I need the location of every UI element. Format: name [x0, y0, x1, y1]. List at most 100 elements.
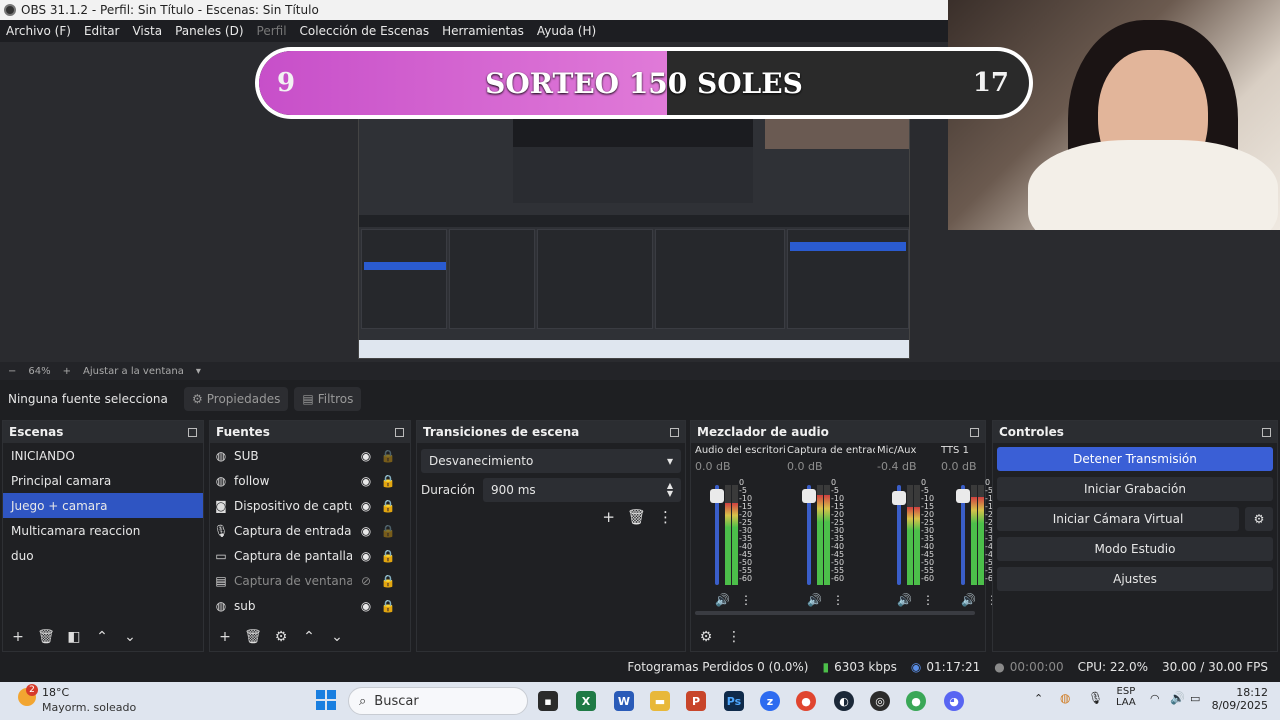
- add-scene-button[interactable]: +: [9, 629, 27, 645]
- chrome-profile-icon[interactable]: ●: [906, 691, 926, 711]
- lock-icon[interactable]: 🔒: [380, 549, 396, 563]
- menu-item[interactable]: Colección de Escenas: [300, 24, 430, 38]
- eye-off-icon[interactable]: ⊘: [358, 574, 374, 588]
- menu-item[interactable]: Editar: [84, 24, 120, 38]
- mixer-scrollbar[interactable]: [695, 611, 975, 615]
- source-item[interactable]: ◍ sub ◉ 🔒: [210, 593, 410, 618]
- zoom-in-button[interactable]: +: [63, 366, 71, 377]
- chrome-icon[interactable]: ●: [796, 691, 816, 711]
- eye-icon[interactable]: ◉: [358, 474, 374, 488]
- menu-item[interactable]: Herramientas: [442, 24, 524, 38]
- more-options-icon[interactable]: ⋮: [725, 629, 743, 645]
- gear-icon[interactable]: ⚙: [1245, 507, 1273, 531]
- fit-to-window-button[interactable]: Ajustar a la ventana: [83, 366, 184, 377]
- discord-icon[interactable]: ◕: [944, 691, 964, 711]
- lock-icon[interactable]: 🔒: [380, 474, 396, 488]
- clock[interactable]: 18:12 8/09/2025: [1212, 686, 1268, 712]
- scene-item[interactable]: INICIANDO: [3, 443, 203, 468]
- lock-icon[interactable]: 🔒: [380, 499, 396, 513]
- mic-icon[interactable]: 🎙: [1088, 691, 1103, 705]
- undock-icon[interactable]: [1262, 427, 1271, 437]
- scene-item[interactable]: Juego + camara: [3, 493, 203, 518]
- battery-icon[interactable]: ▭: [1190, 692, 1200, 705]
- more-options-icon[interactable]: ⋮: [658, 508, 673, 526]
- steam-icon[interactable]: ◐: [834, 691, 854, 711]
- more-options-icon[interactable]: ⋮: [922, 593, 934, 607]
- taskbar-search[interactable]: ⌕ Buscar: [348, 687, 528, 715]
- move-down-icon[interactable]: ⌄: [121, 629, 139, 645]
- trash-icon[interactable]: 🗑: [627, 508, 646, 526]
- excel-icon[interactable]: X: [576, 691, 596, 711]
- eye-icon[interactable]: ◉: [358, 524, 374, 538]
- scene-filters-icon[interactable]: ◧: [65, 629, 83, 645]
- trash-icon[interactable]: 🗑: [37, 629, 55, 645]
- move-up-icon[interactable]: ⌃: [300, 629, 318, 645]
- photoshop-icon[interactable]: Ps: [724, 691, 744, 711]
- source-item[interactable]: ▤ Captura de ventana ⊘ 🔒: [210, 568, 410, 593]
- eye-icon[interactable]: ◉: [358, 599, 374, 613]
- volume-icon[interactable]: 🔊: [1170, 691, 1185, 705]
- speaker-icon[interactable]: 🔊: [807, 593, 822, 607]
- scene-item[interactable]: duo: [3, 543, 203, 568]
- menu-item[interactable]: Archivo (F): [6, 24, 71, 38]
- move-up-icon[interactable]: ⌃: [93, 629, 111, 645]
- add-transition-button[interactable]: +: [602, 508, 615, 526]
- more-options-icon[interactable]: ⋮: [740, 593, 752, 607]
- eye-icon[interactable]: ◉: [358, 499, 374, 513]
- source-item[interactable]: ▭ Captura de pantalla ◉ 🔒: [210, 543, 410, 568]
- windows-start-icon[interactable]: [316, 690, 336, 710]
- volume-slider-handle[interactable]: [710, 489, 724, 503]
- properties-button[interactable]: ⚙ Propiedades: [184, 387, 289, 411]
- trash-icon[interactable]: 🗑: [244, 629, 262, 645]
- lock-icon[interactable]: 🔒: [380, 599, 396, 613]
- weather-desc[interactable]: Mayorm. soleado: [42, 701, 136, 714]
- studio-mode-button[interactable]: Modo Estudio: [997, 537, 1273, 561]
- unlock-icon[interactable]: 🔒: [380, 524, 396, 538]
- eye-icon[interactable]: ◉: [358, 449, 374, 463]
- source-item[interactable]: ◍ SUB ◉ 🔒: [210, 443, 410, 468]
- duration-field[interactable]: 900 ms ▲ ▼: [483, 478, 681, 502]
- menu-item[interactable]: Paneles (D): [175, 24, 243, 38]
- settings-button[interactable]: Ajustes: [997, 567, 1273, 591]
- language-indicator[interactable]: ESP LAA: [1116, 686, 1136, 708]
- zoom-out-button[interactable]: −: [8, 366, 16, 377]
- eye-icon[interactable]: ◉: [358, 549, 374, 563]
- menu-item[interactable]: Vista: [132, 24, 162, 38]
- undock-icon[interactable]: [670, 427, 679, 437]
- speaker-icon[interactable]: 🔊: [961, 593, 976, 607]
- filters-button[interactable]: ▤ Filtros: [294, 387, 362, 411]
- chevron-up-icon[interactable]: ⌃: [1034, 692, 1043, 705]
- zoom-icon[interactable]: z: [760, 691, 780, 711]
- obs-icon[interactable]: ◎: [870, 691, 890, 711]
- start-virtual-camera-button[interactable]: Iniciar Cámara Virtual: [997, 507, 1239, 531]
- scene-item[interactable]: Principal camara: [3, 468, 203, 493]
- menu-item[interactable]: Ayuda (H): [537, 24, 596, 38]
- more-options-icon[interactable]: ⋮: [832, 593, 844, 607]
- start-recording-button[interactable]: Iniciar Grabación: [997, 477, 1273, 501]
- volume-slider-handle[interactable]: [802, 489, 816, 503]
- chevron-down-icon[interactable]: ▾: [196, 366, 201, 377]
- speaker-icon[interactable]: 🔊: [715, 593, 730, 607]
- gear-icon[interactable]: ⚙: [272, 629, 290, 645]
- volume-slider-handle[interactable]: [956, 489, 970, 503]
- add-source-button[interactable]: +: [216, 629, 234, 645]
- source-item[interactable]: ◙ Dispositivo de captura de video ◉ 🔒: [210, 493, 410, 518]
- powerpoint-icon[interactable]: P: [686, 691, 706, 711]
- source-item[interactable]: 🎙 Captura de entrada audio ◉ 🔒: [210, 518, 410, 543]
- scene-item[interactable]: Multicamara reaccion: [3, 518, 203, 543]
- speaker-icon[interactable]: 🔊: [897, 593, 912, 607]
- folder-icon[interactable]: ▬: [650, 691, 670, 711]
- word-icon[interactable]: W: [614, 691, 634, 711]
- move-down-icon[interactable]: ⌄: [328, 629, 346, 645]
- tray-app-icon[interactable]: ◍: [1060, 691, 1070, 705]
- source-item[interactable]: ◍ follow ◉ 🔒: [210, 468, 410, 493]
- advanced-audio-icon[interactable]: ⚙: [697, 629, 715, 645]
- undock-icon[interactable]: [395, 427, 404, 437]
- transition-select[interactable]: Desvanecimiento ▾: [421, 449, 681, 473]
- volume-slider-handle[interactable]: [892, 491, 906, 505]
- undock-icon[interactable]: [188, 427, 197, 437]
- stop-stream-button[interactable]: Detener Transmisión: [997, 447, 1273, 471]
- undock-icon[interactable]: [970, 427, 979, 437]
- weather-temp[interactable]: 18°C: [42, 686, 69, 699]
- unlock-icon[interactable]: 🔒: [380, 449, 396, 463]
